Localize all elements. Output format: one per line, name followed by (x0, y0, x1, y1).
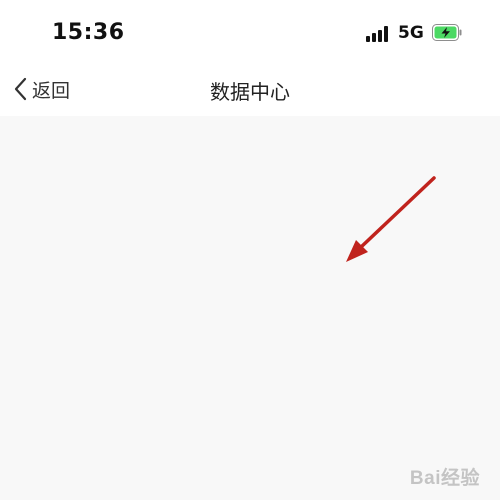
navigation-bar: 返回 数据中心 (0, 64, 500, 116)
watermark: Bai经验 (390, 463, 480, 490)
paw-icon (390, 466, 412, 488)
phone-screen: 15:36 5G 返回 数据中心 Bai经验 (0, 0, 500, 500)
status-time: 15:36 (52, 20, 125, 45)
page-title: 数据中心 (210, 80, 290, 104)
watermark-text: Bai经验 (409, 468, 480, 489)
network-type: 5G (398, 23, 424, 43)
content-area: Bai经验 (0, 116, 500, 500)
signal-bars-icon (366, 26, 390, 42)
battery-charging-icon (432, 24, 462, 41)
status-bar: 15:36 5G (0, 0, 500, 64)
annotation-arrow-icon (346, 176, 436, 262)
